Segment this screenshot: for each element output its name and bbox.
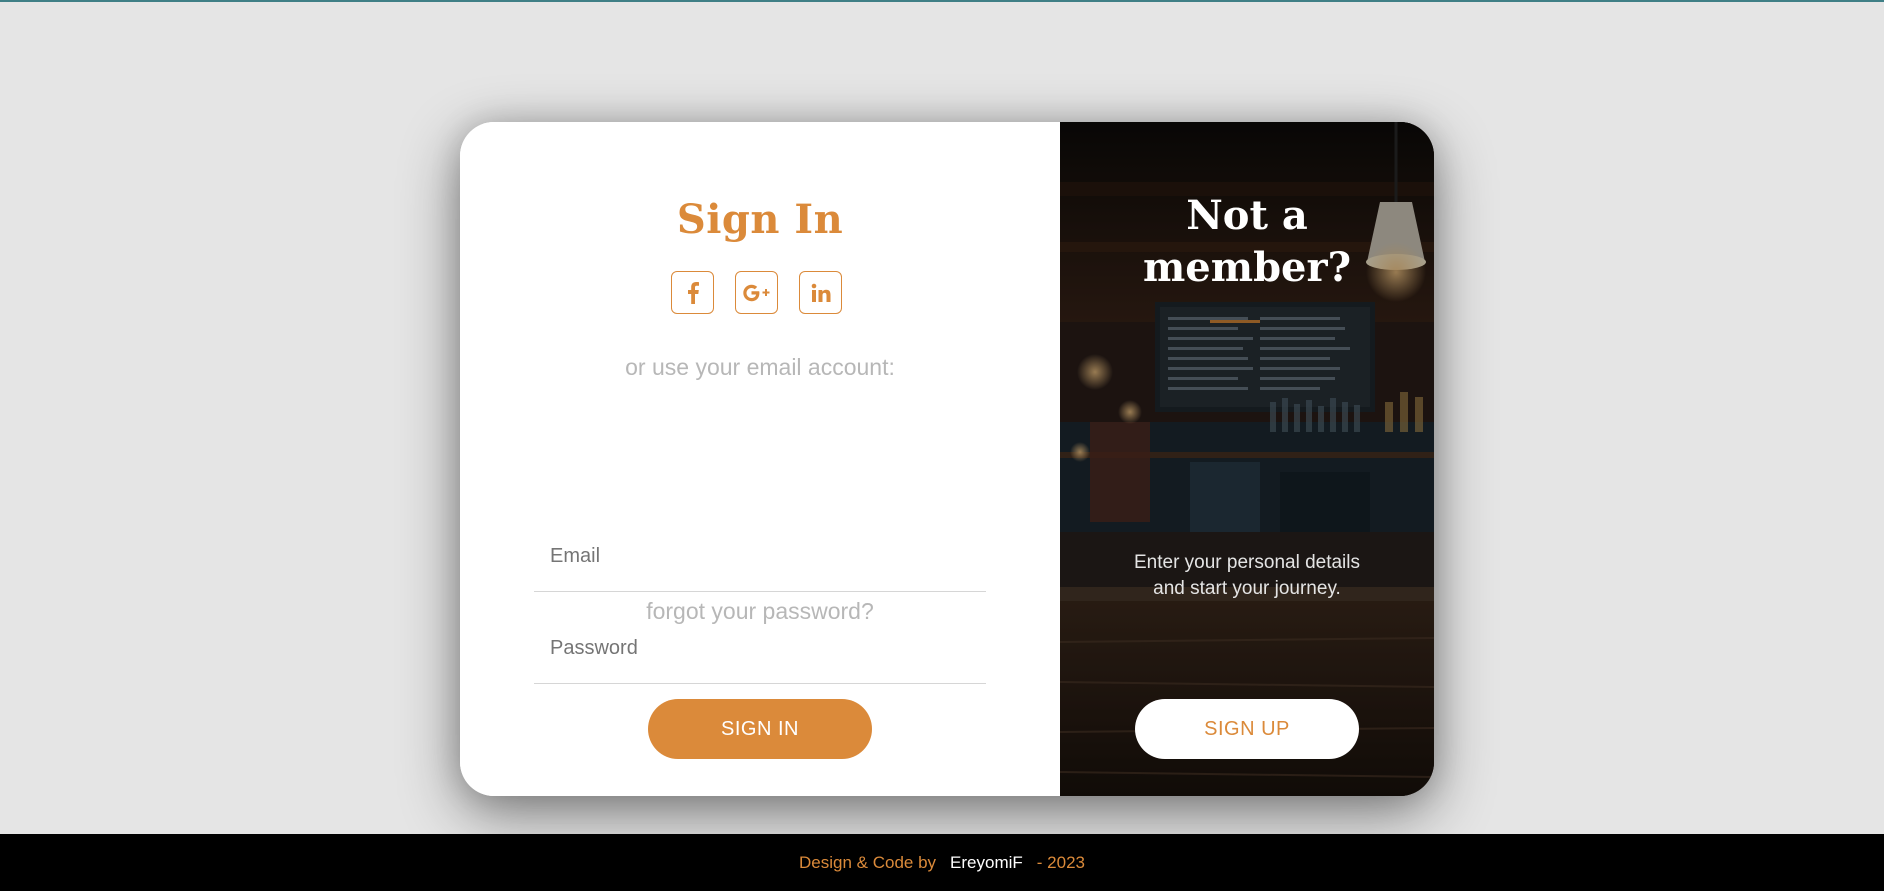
- signup-title: Not a member?: [1060, 190, 1434, 294]
- sign-in-button[interactable]: SIGN IN: [648, 699, 872, 759]
- footer-year: - 2023: [1036, 852, 1085, 872]
- signup-title-line2: member?: [1142, 244, 1352, 291]
- signin-panel: Sign In or use your email account: Email…: [460, 122, 1060, 796]
- signup-panel: Not a member? Enter your personal detail…: [1060, 122, 1434, 796]
- email-field-wrapper: [534, 522, 986, 592]
- facebook-button[interactable]: [671, 271, 714, 314]
- top-rule: [0, 0, 1884, 2]
- signup-description-line2: and start your journey.: [1153, 578, 1341, 599]
- email-hint: or use your email account:: [625, 354, 895, 380]
- sign-up-button[interactable]: SIGN UP: [1135, 699, 1359, 759]
- signin-title: Sign In: [676, 196, 844, 243]
- forgot-password-link[interactable]: forgot your password?: [460, 598, 1060, 625]
- signup-description: Enter your personal details and start yo…: [1100, 550, 1394, 602]
- signup-description-line1: Enter your personal details: [1133, 552, 1360, 573]
- footer: Design & Code by EreyomiF - 2023: [0, 834, 1884, 891]
- social-buttons: [671, 271, 842, 314]
- google-plus-icon: [742, 284, 769, 301]
- footer-credit-prefix: Design & Code by: [799, 852, 937, 872]
- google-plus-button[interactable]: [735, 271, 778, 314]
- linkedin-icon: [811, 283, 830, 302]
- facebook-icon: [687, 281, 699, 304]
- email-input[interactable]: [534, 522, 986, 591]
- auth-card: Sign In or use your email account: Email…: [460, 122, 1434, 796]
- footer-author: EreyomiF: [950, 852, 1023, 872]
- linkedin-button[interactable]: [799, 271, 842, 314]
- signup-title-line1: Not a: [1186, 192, 1308, 239]
